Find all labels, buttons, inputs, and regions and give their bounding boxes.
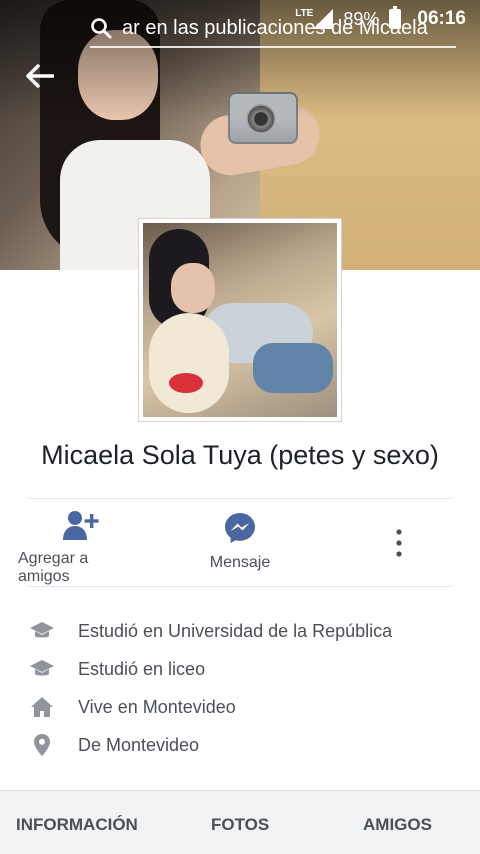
tab-photos[interactable]: FOTOS [211, 791, 269, 854]
divider [28, 498, 452, 499]
location-pin-icon [34, 734, 50, 756]
photo-teddy-bear [149, 313, 229, 413]
tab-friends[interactable]: AMIGOS [363, 791, 432, 854]
profile-photo [143, 223, 337, 417]
profile-picture[interactable] [138, 218, 342, 422]
photo-teddy-heart [169, 373, 203, 393]
info-text: Estudió en liceo [78, 658, 206, 679]
photo-face [171, 263, 215, 313]
search-input[interactable]: ar en las publicaciones de Micaela [122, 17, 428, 40]
profile-actions: Agregar a amigos Mensaje [0, 500, 480, 586]
profile-tabs: INFORMACIÓN FOTOS AMIGOS [0, 790, 480, 854]
search-icon [91, 18, 112, 39]
divider [28, 586, 452, 587]
home-icon [31, 697, 53, 717]
messenger-icon [225, 513, 255, 543]
add-friend-button[interactable]: Agregar a amigos [18, 500, 144, 586]
tab-information[interactable]: INFORMACIÓN [16, 791, 138, 854]
photo-jeans [253, 343, 333, 393]
top-bar [0, 48, 480, 104]
back-button[interactable] [0, 48, 80, 104]
more-vertical-icon [396, 529, 402, 557]
info-item[interactable]: Estudió en Universidad de la República [0, 612, 480, 650]
message-button[interactable]: Mensaje [200, 500, 280, 586]
info-item[interactable]: Estudió en liceo [0, 650, 480, 688]
add-friend-label: Agregar a amigos [18, 550, 89, 585]
info-text: De Montevideo [78, 734, 200, 755]
back-arrow-icon [26, 64, 54, 88]
info-item[interactable]: De Montevideo [0, 726, 480, 764]
search-field[interactable]: ar en las publicaciones de Micaela [90, 10, 456, 48]
more-options-button[interactable] [384, 526, 414, 560]
profile-name: Micaela Sola Tuya (petes y sexo) [41, 440, 439, 470]
add-friend-icon [63, 511, 99, 540]
info-item[interactable]: Vive en Montevideo [0, 688, 480, 726]
message-label: Mensaje [209, 554, 271, 571]
graduation-cap-icon [30, 622, 54, 638]
graduation-cap-icon [30, 660, 54, 676]
info-text: Estudió en Universidad de la República [78, 620, 393, 641]
info-text: Vive en Montevideo [78, 696, 236, 717]
intro-section: Estudió en Universidad de la República E… [0, 612, 480, 764]
